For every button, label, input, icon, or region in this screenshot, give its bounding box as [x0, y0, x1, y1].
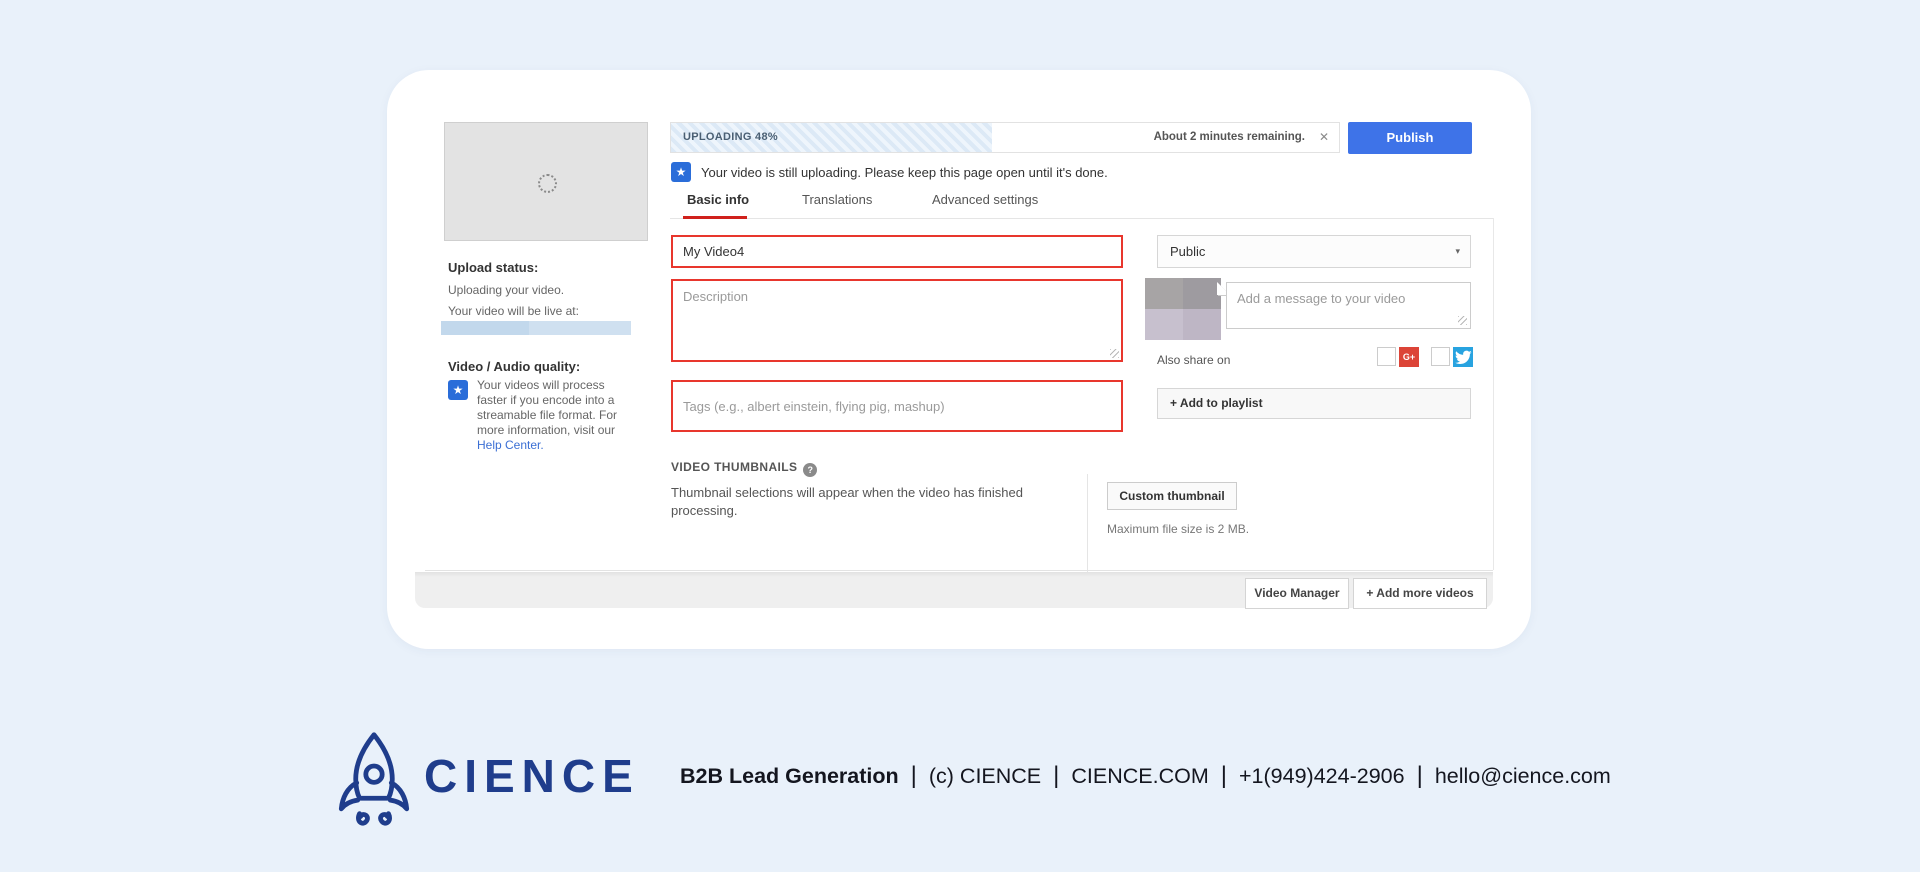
tab-basic-info[interactable]: Basic info [687, 192, 749, 207]
quality-text: Your videos will process faster if you e… [477, 378, 617, 437]
upload-status-label: Upload status: [448, 260, 538, 275]
tagline-item: +1(949)424-2906 [1239, 764, 1405, 789]
tagline-bold: B2B Lead Generation [680, 764, 899, 789]
pipe-separator: | [1417, 762, 1423, 790]
tabs-divider [670, 218, 1493, 219]
thumb-cell [1145, 309, 1183, 340]
pipe-separator: | [911, 762, 917, 790]
help-center-link[interactable]: Help Center. [477, 438, 544, 452]
tags-input[interactable] [671, 380, 1123, 432]
video-manager-button[interactable]: Video Manager [1245, 578, 1349, 609]
twitter-share-checkbox[interactable] [1431, 347, 1450, 366]
notice-star-icon: ★ [671, 162, 691, 182]
message-wrapper [1226, 282, 1471, 329]
quality-paragraph: Your videos will process faster if you e… [477, 378, 633, 453]
also-share-label: Also share on [1157, 353, 1230, 367]
add-to-playlist-button[interactable]: + Add to playlist [1157, 388, 1471, 419]
quality-star-icon: ★ [448, 380, 468, 400]
custom-thumbnail-button[interactable]: Custom thumbnail [1107, 482, 1237, 510]
video-thumbnails-heading: VIDEO THUMBNAILS? [671, 460, 817, 477]
upload-progress-bar: UPLOADING 48% About 2 minutes remaining.… [670, 122, 1340, 153]
chevron-down-icon: ▾ [1455, 236, 1460, 267]
twitter-icon[interactable] [1453, 347, 1473, 367]
upload-progress-label: UPLOADING 48% [683, 123, 778, 152]
cience-logo-text: CIENCE [424, 749, 640, 803]
description-wrapper [671, 279, 1123, 362]
uploading-status-text: Uploading your video. [448, 283, 564, 297]
cience-rocket-icon [330, 729, 418, 829]
thumb-cell [1145, 278, 1183, 309]
description-textarea[interactable] [671, 279, 1123, 362]
tagline-item: CIENCE.COM [1071, 764, 1208, 789]
description-resize-handle[interactable] [1110, 349, 1119, 358]
max-file-size-text: Maximum file size is 2 MB. [1107, 522, 1249, 536]
share-message-textarea[interactable] [1226, 282, 1471, 329]
gplus-share-checkbox[interactable] [1377, 347, 1396, 366]
video-url-highlight [441, 321, 631, 335]
channel-thumbnail [1145, 278, 1221, 340]
privacy-value: Public [1170, 244, 1205, 259]
page-background: Upload status: Uploading your video. You… [0, 0, 1920, 872]
quality-label: Video / Audio quality: [448, 359, 580, 374]
thumbnails-description: Thumbnail selections will appear when th… [671, 484, 1063, 520]
video-thumbnails-heading-text: VIDEO THUMBNAILS [671, 460, 797, 474]
tab-translations[interactable]: Translations [802, 192, 872, 207]
bottom-divider [425, 570, 1493, 571]
live-at-text: Your video will be live at: [448, 304, 579, 318]
message-resize-handle[interactable] [1458, 316, 1467, 325]
content-right-border [1493, 218, 1494, 570]
time-remaining-text: About 2 minutes remaining. [1154, 123, 1305, 152]
cancel-upload-icon[interactable]: ✕ [1319, 123, 1329, 152]
video-title-input[interactable] [671, 235, 1123, 268]
pipe-separator: | [1221, 762, 1227, 790]
active-tab-underline [683, 216, 747, 219]
tab-advanced-settings[interactable]: Advanced settings [932, 192, 1038, 207]
privacy-dropdown[interactable]: Public ▾ [1157, 235, 1471, 268]
thumb-cell [1183, 309, 1221, 340]
help-icon[interactable]: ? [803, 463, 817, 477]
gplus-icon[interactable]: G+ [1399, 347, 1419, 367]
footer-tagline: B2B Lead Generation | (c) CIENCE | CIENC… [680, 762, 1611, 790]
loading-spinner-icon [538, 174, 557, 193]
pipe-separator: | [1053, 762, 1059, 790]
add-more-videos-button[interactable]: + Add more videos [1353, 578, 1487, 609]
upload-dialog-card: Upload status: Uploading your video. You… [387, 70, 1531, 649]
video-preview-placeholder [444, 122, 648, 241]
tagline-item: (c) CIENCE [929, 764, 1041, 789]
uploading-notice-text: Your video is still uploading. Please ke… [701, 165, 1108, 180]
publish-button[interactable]: Publish [1348, 122, 1472, 154]
thumb-cell [1183, 278, 1221, 309]
tagline-item: hello@cience.com [1435, 764, 1611, 789]
